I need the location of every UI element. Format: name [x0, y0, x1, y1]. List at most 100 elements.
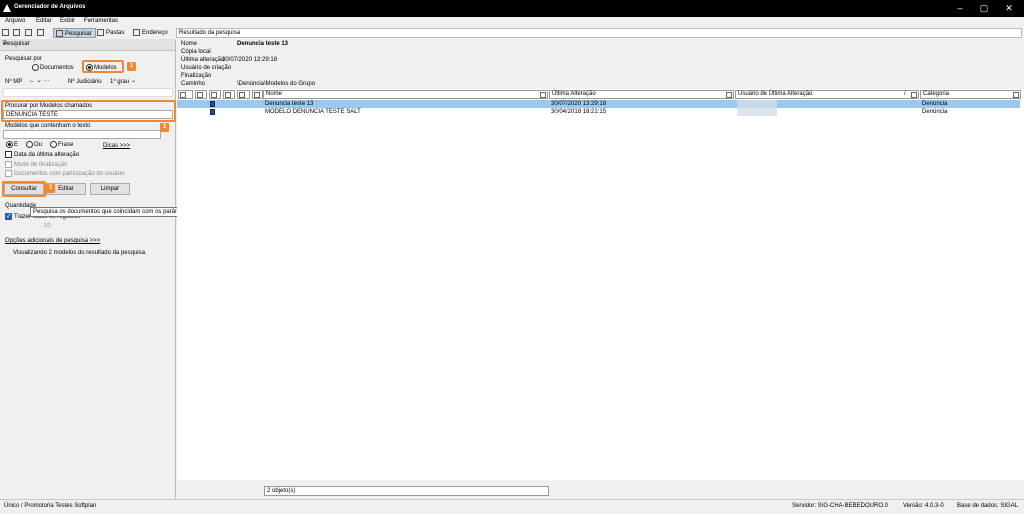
col-filter-3[interactable] [209, 90, 221, 99]
col-header-usuario[interactable]: Usuário de Última Alteração / [735, 90, 919, 99]
data-ultima-checkbox[interactable]: Data da última alteração [5, 151, 79, 158]
dropdown-icon [197, 92, 203, 98]
menu-ferramentas[interactable]: Ferramentas [84, 18, 118, 24]
chevron-down-icon[interactable]: ⌄ [131, 77, 136, 84]
dropdown-icon [540, 92, 546, 98]
col-header-categoria[interactable]: Categoria [920, 90, 1021, 99]
dropdown-icon [225, 92, 231, 98]
highlight-procurar [1, 100, 176, 122]
endereco-button[interactable]: Endereço [133, 28, 168, 38]
prop-usuario-key: Usuário de criação [181, 65, 232, 71]
grau-select[interactable]: 1º grau [110, 79, 129, 85]
col-header-ultima[interactable]: Última Alteração [549, 90, 734, 99]
prop-caminho-value: \Denúncia\Modelos do Grupo [237, 81, 316, 87]
dropdown-icon [180, 92, 186, 98]
row-data: 30/07/2020 13:29:18 [551, 101, 607, 107]
process-number-input[interactable] [3, 88, 173, 97]
prop-nome-value: Denuncia teste 13 [237, 41, 289, 47]
col-filter-4[interactable] [223, 90, 235, 99]
document-icon [210, 109, 215, 115]
checkbox-icon [5, 170, 12, 177]
status-location: Único / Promotoria Testes Softplan [4, 503, 97, 509]
visualizando-text: Visualizando 2 modelos do resultado da p… [13, 250, 147, 256]
nmp-label: Nº MP [5, 79, 23, 85]
table-row[interactable]: MODELO DENUNCIA TESTE SALT 30/04/2018 18… [177, 108, 1020, 116]
badge-1: 1 [127, 62, 136, 71]
contenham-input[interactable] [3, 130, 161, 139]
status-base: Base de dados: SIGAL [957, 503, 1019, 509]
menu-arquivo[interactable]: Arquivo [5, 18, 25, 24]
radio-icon [26, 141, 33, 148]
row-nome: MODELO DENUNCIA TESTE SALT [265, 109, 361, 115]
radio-e[interactable]: E [6, 141, 18, 148]
dicas-link[interactable]: Dicas >>> [103, 143, 130, 149]
menu-bar: Arquivo Editar Exibir Ferramentas [0, 17, 1024, 27]
menu-exibir[interactable]: Exibir [60, 18, 75, 24]
prop-final-key: Finalização [181, 73, 212, 79]
row-data: 30/04/2018 18:21:15 [551, 109, 607, 115]
radio-documentos[interactable]: Documentos [32, 64, 74, 71]
docs-participacao-checkbox[interactable]: Documentos com participação do usuário [5, 170, 124, 177]
minimize-button[interactable]: – [948, 1, 972, 15]
title-bar: Gerenciador de Arquivos – ▢ ✕ [0, 0, 1024, 17]
badge-3: 3 [46, 184, 55, 193]
prop-copia-key: Cópia local [181, 49, 211, 55]
address-input[interactable]: Resultado da pesquisa [176, 28, 1022, 38]
njudicial-label: Nº Judiciário [68, 79, 102, 85]
status-servidor: Servidor: SIG-CHA-BEBEDOURO.0 [792, 503, 889, 509]
radio-icon [50, 141, 57, 148]
document-icon [210, 101, 215, 107]
copy-icon[interactable] [13, 28, 22, 38]
properties-panel: Nome Denuncia teste 13 Cópia local Últim… [177, 39, 1024, 89]
address-icon [133, 28, 140, 36]
print-icon[interactable] [25, 28, 34, 38]
redacted-user [737, 100, 777, 108]
col-filter-1[interactable] [178, 90, 193, 99]
pesquisar-por-label: Pesquisar por [5, 56, 43, 62]
badge-2: 2 [160, 123, 169, 132]
checkbox-icon [5, 151, 12, 158]
close-panel-icon[interactable]: × [3, 41, 172, 48]
status-bar: Único / Promotoria Testes Softplan Servi… [0, 499, 1024, 514]
row-categoria: Denúncia [922, 109, 948, 115]
radio-icon [32, 64, 39, 71]
folder-icon [97, 28, 104, 36]
highlight-modelos [82, 60, 124, 73]
col-filter-5[interactable] [237, 90, 250, 99]
menu-editar[interactable]: Editar [36, 18, 52, 24]
table-row[interactable]: Denuncia teste 13 30/07/2020 13:29:18 De… [177, 100, 1020, 108]
col-filter-2[interactable] [195, 90, 207, 99]
dropdown-icon [211, 92, 217, 98]
status-versao: Versão: 4.0.3-0 [903, 503, 944, 509]
pesquisar-button[interactable]: Pesquisar [53, 28, 96, 38]
checkbox-checked-icon [5, 212, 12, 220]
panel-header: Pesquisar × [0, 39, 175, 51]
delete-icon[interactable] [37, 28, 46, 38]
dropdown-icon [911, 92, 917, 98]
object-count: 2 objeto(s) [264, 486, 549, 496]
modo-finalizacao-checkbox[interactable]: Modo de finalização [5, 161, 67, 168]
dropdown-icon [239, 92, 245, 98]
pastas-button[interactable]: Pastas [97, 28, 124, 38]
app-logo-icon [3, 4, 11, 12]
limpar-button[interactable]: Limpar [90, 183, 130, 195]
radio-ou[interactable]: Ou [26, 141, 42, 148]
opcoes-adicionais-link[interactable]: Opções adicionais de pesquisa >>> [5, 238, 100, 244]
prop-ultima-value: 30/07/2020 13:29:18 [222, 57, 278, 63]
arrow-back-icon[interactable]: ← ⌄ ··· [29, 77, 49, 84]
col-filter-6[interactable] [252, 90, 263, 99]
prop-nome-key: Nome [181, 41, 198, 47]
new-icon[interactable] [2, 28, 11, 38]
dropdown-icon [1013, 92, 1019, 98]
window-title: Gerenciador de Arquivos [14, 4, 86, 10]
quantidade-value[interactable]: 10 [44, 223, 51, 229]
contenham-label: Modelos que contenham o texto [5, 123, 91, 129]
close-window-button[interactable]: ✕ [997, 1, 1021, 15]
dropdown-icon [726, 92, 732, 98]
prop-caminho-key: Caminho [181, 81, 206, 87]
highlight-consultar [2, 181, 46, 197]
col-header-nome[interactable]: Nome [263, 90, 548, 99]
binoculars-icon [56, 29, 63, 37]
maximize-button[interactable]: ▢ [972, 1, 996, 15]
radio-frase[interactable]: Frase [50, 141, 73, 148]
